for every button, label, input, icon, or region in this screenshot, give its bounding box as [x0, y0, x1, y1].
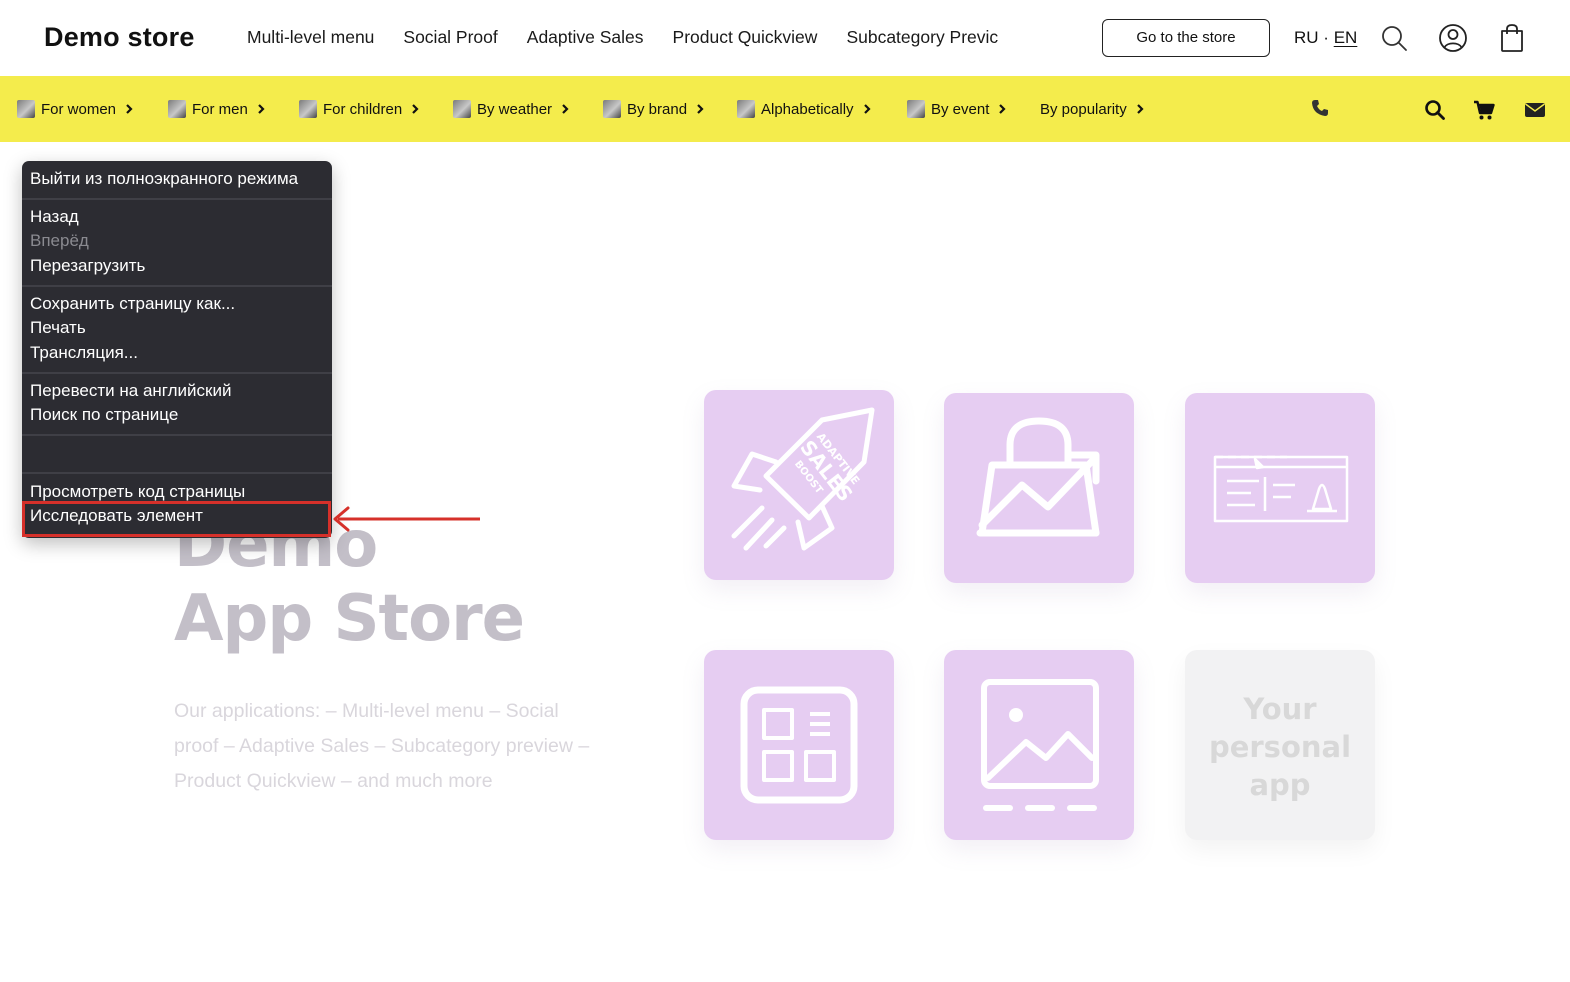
menu-item-view-source[interactable]: Просмотреть код страницы [30, 482, 245, 502]
language-switcher: RU · EN [1294, 28, 1357, 48]
menu-separator [22, 434, 332, 436]
app-tile-subcategory-preview[interactable] [944, 650, 1134, 840]
chevron-right-icon [999, 104, 1006, 114]
phone-icon[interactable] [1310, 98, 1330, 118]
chevron-right-icon [412, 104, 419, 114]
search-icon[interactable] [1424, 99, 1446, 121]
personal-app-text: Your personal app [1185, 690, 1375, 804]
chevron-right-icon [258, 104, 265, 114]
category-label: By popularity [1040, 100, 1127, 118]
category-by-popularity[interactable]: By popularity [1040, 98, 1145, 120]
cart-icon[interactable] [1473, 99, 1495, 121]
category-thumbnail [603, 100, 621, 118]
category-by-brand[interactable]: By brand [603, 98, 705, 120]
category-label: By weather [477, 100, 553, 118]
menu-item-save-as[interactable]: Сохранить страницу как... [30, 294, 235, 314]
category-label: By event [931, 100, 990, 118]
category-thumbnail [453, 100, 471, 118]
personal-app-line3: app [1249, 768, 1311, 802]
user-icon[interactable] [1437, 22, 1469, 54]
personal-app-line2: personal [1208, 730, 1352, 764]
browser-context-menu: Выйти из полноэкранного режима Назад Впе… [22, 161, 332, 538]
menu-item-cast[interactable]: Трансляция... [30, 343, 138, 363]
shopping-bag-chart-icon [976, 417, 1100, 537]
category-label: For children [323, 100, 403, 118]
nav-link-adaptive-sales[interactable]: Adaptive Sales [527, 27, 644, 48]
category-for-men[interactable]: For men [168, 98, 266, 120]
menu-separator [22, 285, 332, 287]
mail-icon[interactable] [1524, 99, 1546, 121]
category-by-event[interactable]: By event [907, 98, 1007, 120]
category-thumbnail [737, 100, 755, 118]
chevron-right-icon [863, 104, 871, 114]
category-for-children[interactable]: For children [299, 98, 420, 120]
image-gallery-icon [981, 679, 1099, 811]
chevron-right-icon [1136, 104, 1144, 114]
menu-item-back[interactable]: Назад [30, 207, 79, 227]
site-header: Demo store Multi-level menu Social Proof A… [0, 0, 1570, 76]
rocket-icon: ADAPTIVE SALES BOOST [731, 407, 875, 551]
nav-link-product-quickview[interactable]: Product Quickview [673, 27, 818, 48]
personal-app-line1: Your [1243, 692, 1317, 726]
site-logo[interactable]: Demo store [44, 22, 195, 53]
hero-description: Our applications: – Multi-level menu – S… [174, 700, 590, 792]
lang-ru-link[interactable]: RU [1294, 28, 1319, 47]
category-label: By brand [627, 100, 688, 118]
category-thumbnail [17, 100, 35, 118]
app-tile-product-quickview[interactable] [1185, 393, 1375, 583]
hero-title-line2: App Store [174, 582, 525, 656]
app-tile-personal-app[interactable]: Your personal app [1185, 650, 1375, 840]
app-tile-multi-level-menu[interactable] [704, 650, 894, 840]
nav-fade [1000, 22, 1046, 56]
search-icon[interactable] [1378, 22, 1410, 54]
category-thumbnail [907, 100, 925, 118]
category-thumbnail [299, 100, 317, 118]
go-to-store-button[interactable]: Go to the store [1102, 19, 1270, 57]
grid-layout-icon [740, 686, 858, 804]
nav-link-multi-level-menu[interactable]: Multi-level menu [247, 27, 374, 48]
chevron-right-icon [562, 104, 569, 114]
category-label: Alphabetically [761, 100, 854, 118]
menu-separator [22, 472, 332, 474]
browser-window-icon [1213, 455, 1349, 523]
category-by-weather[interactable]: By weather [453, 98, 570, 120]
nav-link-subcategory-preview[interactable]: Subcategory Previc [846, 27, 998, 48]
menu-item-translate[interactable]: Перевести на английский [30, 381, 231, 401]
menu-item-exit-fullscreen[interactable]: Выйти из полноэкранного режима [30, 169, 298, 189]
menu-item-print[interactable]: Печать [30, 318, 86, 338]
chevron-right-icon [126, 104, 133, 114]
category-bar: For women For men For children By weathe… [0, 76, 1570, 142]
category-alphabetically[interactable]: Alphabetically [737, 98, 872, 120]
menu-item-forward: Вперёд [30, 231, 89, 250]
bag-icon[interactable] [1496, 22, 1528, 54]
category-for-women[interactable]: For women [17, 98, 134, 120]
lang-separator: · [1323, 28, 1329, 47]
nav-link-social-proof[interactable]: Social Proof [403, 27, 497, 48]
category-label: For men [192, 100, 248, 118]
pointer-arrow-icon [333, 506, 480, 532]
app-tile-adaptive-sales[interactable]: ADAPTIVE SALES BOOST [704, 390, 894, 580]
lang-en-link[interactable]: EN [1334, 28, 1358, 47]
category-thumbnail [168, 100, 186, 118]
menu-item-find[interactable]: Поиск по странице [30, 405, 178, 425]
top-nav: Multi-level menu Social Proof Adaptive Sal… [247, 27, 1043, 51]
menu-separator [22, 372, 332, 374]
app-tile-social-proof[interactable] [944, 393, 1134, 583]
menu-separator [22, 198, 332, 200]
chevron-right-icon [697, 104, 704, 114]
category-label: For women [41, 100, 117, 118]
inspect-highlight-box [22, 501, 331, 537]
menu-item-reload[interactable]: Перезагрузить [30, 256, 145, 276]
